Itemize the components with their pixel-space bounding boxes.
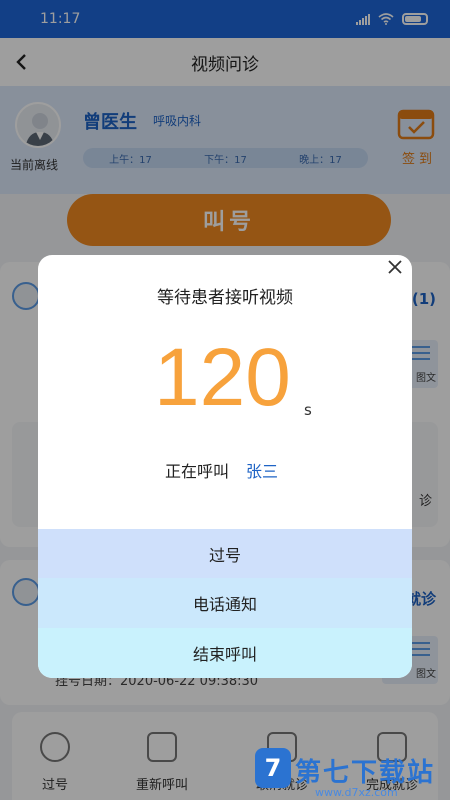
calling-label: 正在呼叫 — [165, 462, 230, 481]
watermark-logo-icon: 7 — [255, 748, 291, 788]
countdown-value: 120 — [154, 332, 291, 423]
calling-dialog: 等待患者接听视频 120 s 正在呼叫 张三 过号 电话通知 结束呼叫 — [38, 255, 412, 678]
skip-button[interactable]: 过号 — [38, 529, 412, 579]
phone-notify-button[interactable]: 电话通知 — [38, 578, 412, 628]
patient-name: 张三 — [246, 462, 279, 481]
watermark: 7 第七下载站 www.d7xz.com — [255, 740, 450, 800]
watermark-text: 第七下载站 — [295, 758, 436, 788]
close-icon[interactable] — [386, 260, 404, 278]
end-call-button[interactable]: 结束呼叫 — [38, 628, 412, 678]
dialog-title: 等待患者接听视频 — [157, 288, 293, 308]
watermark-url: www.d7xz.com — [315, 786, 398, 799]
countdown-unit: s — [304, 401, 312, 419]
